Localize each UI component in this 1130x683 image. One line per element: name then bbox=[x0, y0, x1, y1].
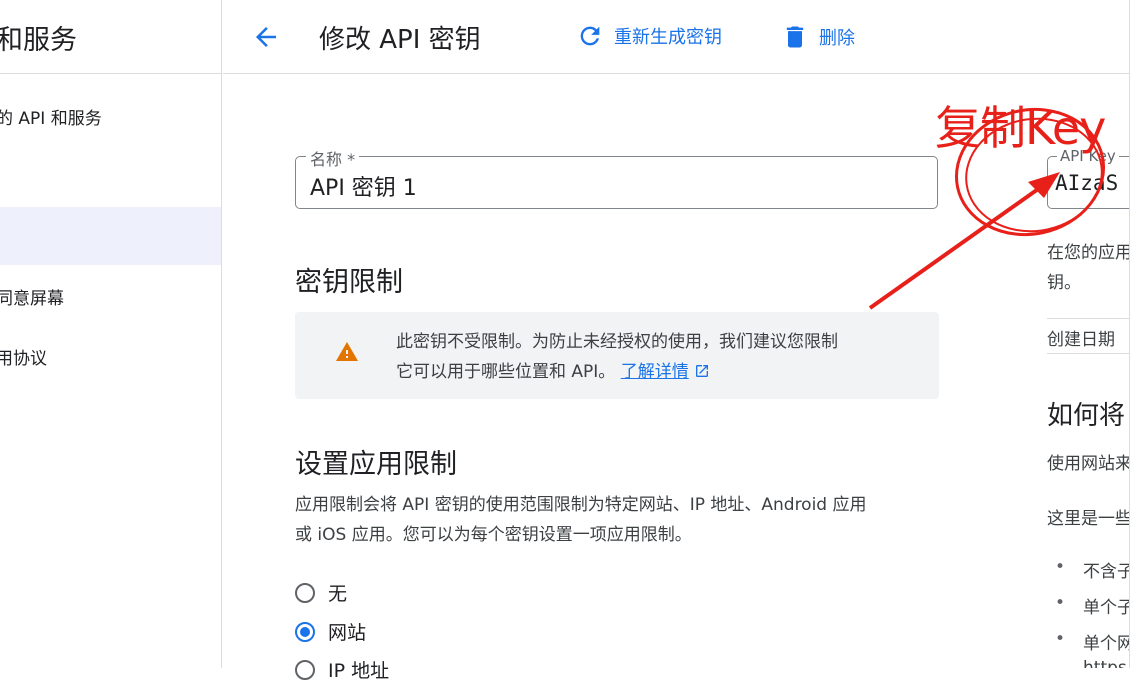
back-button[interactable] bbox=[251, 22, 281, 52]
list-item: 单个子 bbox=[1055, 593, 1130, 618]
api-key-help-line-2: 钥。 bbox=[1047, 273, 1081, 293]
warning-line-2: 它可以用于哪些位置和 API。 了解详情 bbox=[396, 357, 838, 387]
page-header: 修改 API 密钥 重新生成密钥 删除 bbox=[223, 0, 1130, 74]
list-item: 单个网 bbox=[1055, 629, 1130, 654]
delete-label: 删除 bbox=[819, 28, 855, 49]
name-input-value[interactable]: API 密钥 1 bbox=[310, 170, 417, 202]
trash-icon bbox=[786, 26, 804, 48]
example-url-text: https bbox=[1083, 658, 1127, 668]
description-line-2: 或 iOS 应用。您可以为每个密钥设置一项应用限制。 bbox=[295, 525, 692, 545]
key-restrictions-heading: 密钥限制 bbox=[295, 267, 403, 298]
app-restrictions-heading: 设置应用限制 bbox=[295, 449, 457, 480]
radio-label: 无 bbox=[328, 583, 348, 605]
sidebar-title: 和服务 bbox=[0, 25, 77, 56]
sidebar-item-label: 用协议 bbox=[0, 348, 47, 369]
sidebar-item-credentials[interactable] bbox=[0, 207, 221, 265]
page-title: 修改 API 密钥 bbox=[319, 25, 481, 55]
list-item-text: 不含子 bbox=[1083, 562, 1130, 582]
radio-button[interactable] bbox=[295, 582, 315, 603]
open-in-new-icon[interactable] bbox=[694, 363, 710, 379]
list-item-text: 单个子 bbox=[1083, 598, 1130, 618]
api-key-help-line-1: 在您的应用 bbox=[1047, 243, 1130, 263]
name-input-label: 名称 * bbox=[306, 146, 360, 170]
regenerate-key-label: 重新生成密钥 bbox=[614, 27, 722, 48]
list-item: 不含子 bbox=[1055, 557, 1130, 582]
radio-label: 网站 bbox=[328, 622, 367, 644]
sidebar-divider bbox=[0, 73, 222, 74]
sidebar-item-label: 的 API 和服务 bbox=[0, 108, 102, 129]
how-to-paragraph-2: 这里是一些 bbox=[1047, 509, 1130, 529]
sidebar-item-consent-screen[interactable]: 同意屏幕 bbox=[0, 267, 221, 325]
regenerate-key-button[interactable]: 重新生成密钥 bbox=[576, 22, 722, 50]
sidebar: 和服务 的 API 和服务 同意屏幕 用协议 bbox=[0, 0, 222, 668]
warning-text: 此密钥不受限制。为防止未经授权的使用，我们建议您限制 它可以用于哪些位置和 AP… bbox=[396, 327, 838, 387]
how-to-paragraph-1: 使用网站来 bbox=[1047, 454, 1130, 474]
refresh-icon bbox=[580, 26, 600, 46]
warning-line-1: 此密钥不受限制。为防止未经授权的使用，我们建议您限制 bbox=[396, 332, 838, 352]
learn-more-link[interactable]: 了解详情 bbox=[621, 362, 689, 382]
how-to-heading: 如何将 bbox=[1047, 401, 1126, 431]
warning-icon bbox=[336, 342, 358, 361]
created-date-label: 创建日期 bbox=[1047, 330, 1115, 350]
radio-button-checked[interactable] bbox=[295, 621, 315, 642]
arrow-back-icon bbox=[256, 27, 276, 47]
radio-label: IP 地址 bbox=[328, 660, 390, 682]
divider bbox=[1047, 318, 1130, 319]
divider bbox=[1047, 353, 1130, 354]
sidebar-item-terms[interactable]: 用协议 bbox=[0, 327, 221, 385]
sidebar-item-enabled-apis[interactable]: 的 API 和服务 bbox=[0, 87, 221, 145]
list-item-text: 单个网 bbox=[1083, 634, 1130, 654]
unrestricted-warning: 此密钥不受限制。为防止未经授权的使用，我们建议您限制 它可以用于哪些位置和 AP… bbox=[295, 312, 939, 399]
radio-option-ip[interactable]: IP 地址 bbox=[295, 656, 389, 683]
app-restrictions-description: 应用限制会将 API 密钥的使用范围限制为特定网站、IP 地址、Android … bbox=[295, 490, 867, 550]
radio-button[interactable] bbox=[295, 659, 315, 680]
sidebar-item-label: 同意屏幕 bbox=[0, 288, 64, 309]
radio-option-none[interactable]: 无 bbox=[295, 579, 347, 606]
api-key-value[interactable]: AIzaS bbox=[1055, 171, 1118, 195]
sidebar-item-library[interactable] bbox=[0, 147, 221, 205]
warning-line-2-text: 它可以用于哪些位置和 API。 bbox=[396, 362, 616, 382]
annotation-label: 复制Key bbox=[935, 101, 1106, 155]
description-line-1: 应用限制会将 API 密钥的使用范围限制为特定网站、IP 地址、Android … bbox=[295, 495, 867, 515]
delete-button[interactable]: 删除 bbox=[781, 22, 855, 52]
radio-option-websites[interactable]: 网站 bbox=[295, 618, 366, 645]
